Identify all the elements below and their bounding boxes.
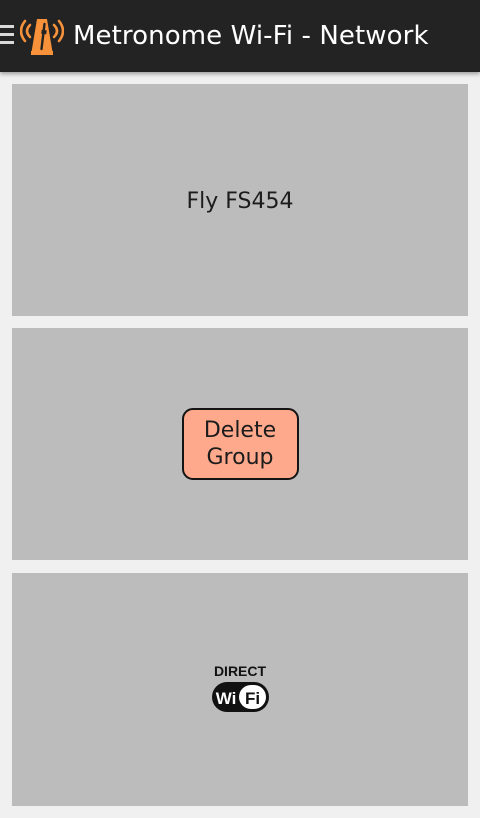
wifi-direct-panel[interactable]: DIRECT Wi Fi	[12, 573, 468, 806]
hamburger-menu-icon[interactable]	[0, 25, 14, 47]
app-bar: Metronome Wi-Fi - Network	[0, 0, 480, 72]
device-name: Fly FS454	[186, 188, 294, 214]
delete-group-button[interactable]: Delete Group	[181, 408, 299, 480]
wifi-wi-text: Wi	[216, 689, 237, 708]
wifi-direct-label: DIRECT	[214, 663, 267, 679]
device-panel[interactable]: Fly FS454	[12, 84, 468, 316]
delete-group-label: Delete Group	[203, 418, 277, 470]
metronome-logo-icon[interactable]	[20, 15, 64, 57]
wifi-fi-text: Fi	[245, 689, 260, 708]
actions-panel: Delete Group	[12, 328, 468, 560]
wifi-direct-icon: DIRECT Wi Fi	[212, 663, 269, 712]
app-title: Metronome Wi-Fi - Network	[73, 21, 429, 51]
